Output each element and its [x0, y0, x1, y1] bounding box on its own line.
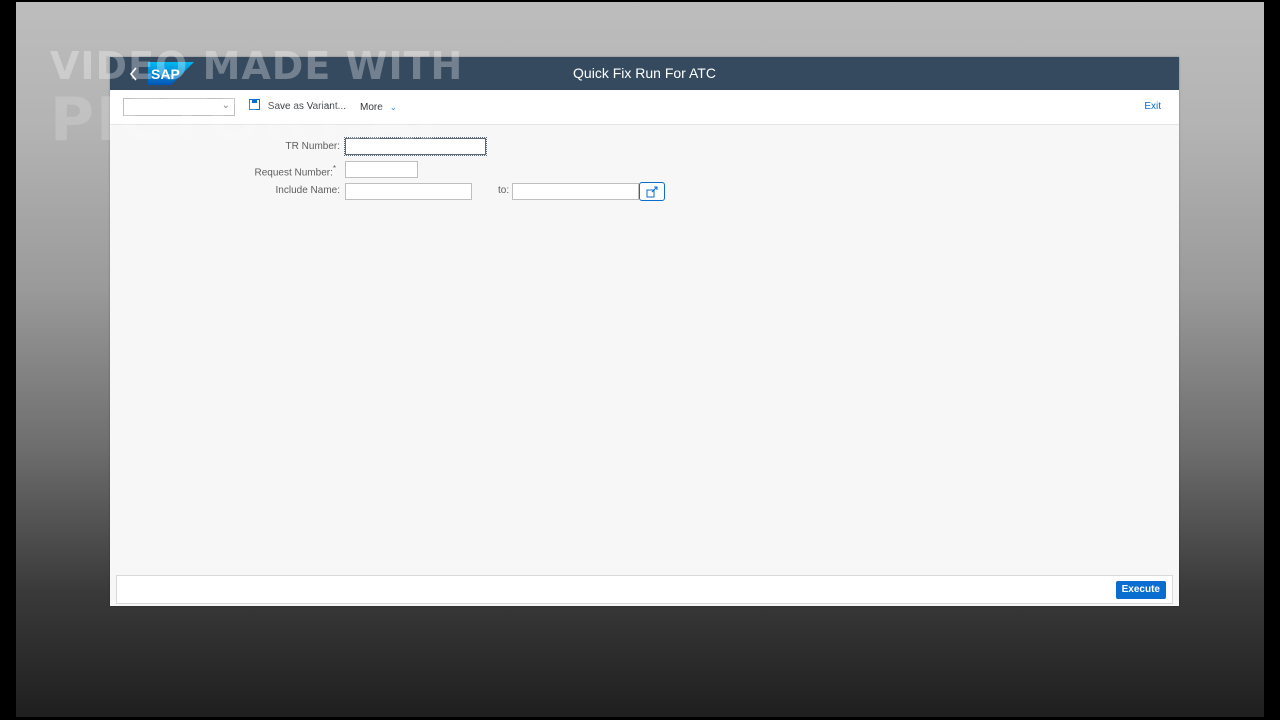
sap-app-window: SAP Quick Fix Run For ATC ⌄ Save as Vari…: [110, 57, 1179, 606]
app-title: Quick Fix Run For ATC: [573, 65, 716, 81]
include-name-to-input[interactable]: [512, 183, 639, 200]
variant-select[interactable]: ⌄: [123, 98, 235, 116]
footer-bar: Execute: [116, 575, 1173, 604]
required-marker: *: [332, 164, 336, 173]
execute-button[interactable]: Execute: [1115, 581, 1166, 599]
more-label: More: [360, 102, 383, 113]
shell-bar: SAP Quick Fix Run For ATC: [110, 57, 1179, 90]
multiple-selection-button[interactable]: [639, 182, 665, 201]
video-background: SAP Quick Fix Run For ATC ⌄ Save as Vari…: [0, 0, 1280, 720]
frame-border-right: [1264, 0, 1280, 720]
save-icon: [249, 99, 260, 110]
include-name-label: Include Name:: [275, 185, 340, 196]
tr-number-input[interactable]: [344, 137, 487, 156]
toolbar: ⌄ Save as Variant... More ⌄ Exit: [110, 90, 1179, 125]
save-as-variant-label: Save as Variant...: [267, 101, 346, 112]
tr-number-label: TR Number:: [285, 141, 340, 152]
include-name-to-label: to:: [498, 185, 510, 196]
request-number-input[interactable]: [345, 161, 418, 178]
chevron-down-icon: ⌄: [221, 100, 230, 111]
exit-button[interactable]: Exit: [1144, 99, 1161, 115]
save-as-variant-button[interactable]: Save as Variant...: [249, 99, 346, 115]
chevron-down-icon: ⌄: [389, 102, 398, 112]
more-menu-button[interactable]: More ⌄: [360, 99, 397, 115]
include-name-from-input[interactable]: [345, 183, 472, 200]
request-number-label-text: Request Number:: [254, 167, 333, 179]
request-number-label: Request Number:*: [196, 162, 337, 180]
frame-border-left: [0, 0, 16, 720]
multiple-selection-icon: [646, 186, 658, 198]
frame-border-top: [0, 0, 1280, 2]
